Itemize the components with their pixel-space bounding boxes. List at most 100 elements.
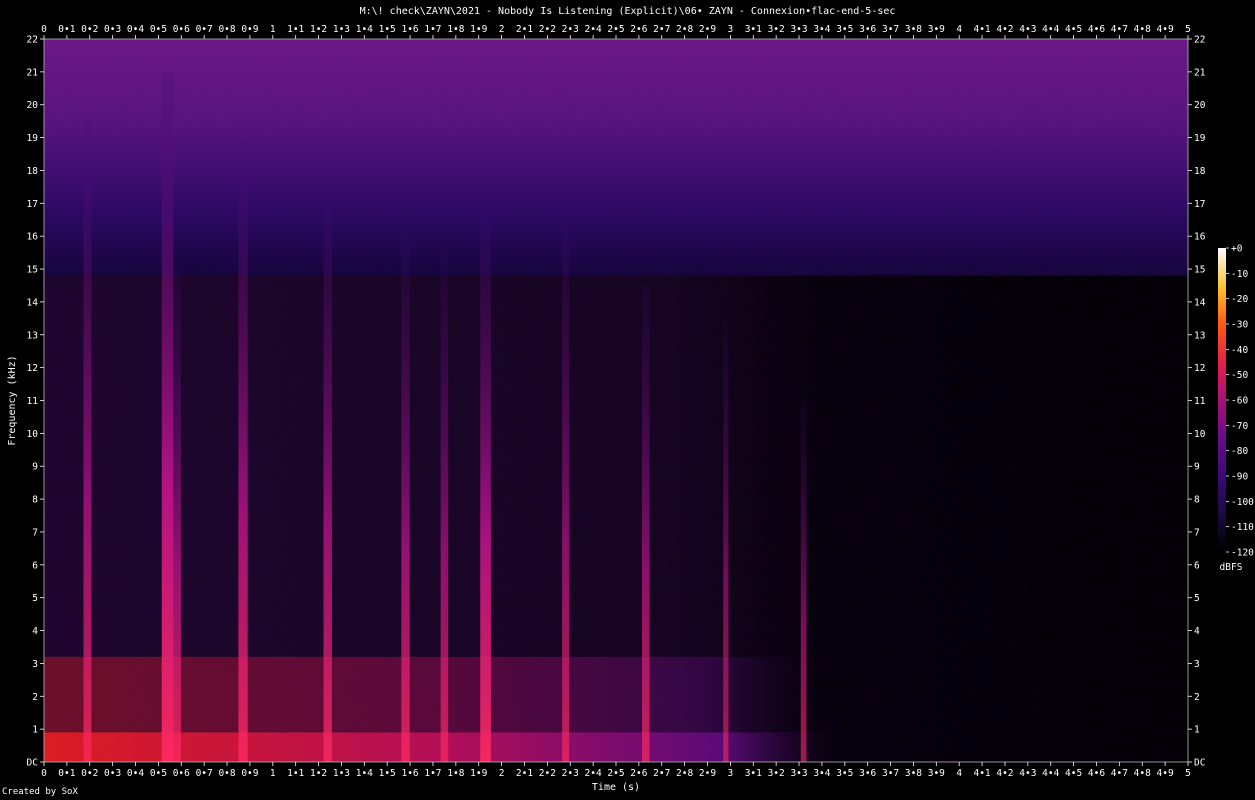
colorbar-tick-label: -10: [1231, 269, 1248, 280]
x-tick-label-bottom: 3•6: [859, 768, 876, 779]
x-tick-label-bottom: 2•8: [676, 768, 693, 779]
transient-mark: [83, 121, 92, 763]
transient-mark: [172, 269, 181, 762]
y-tick-label-left: 11: [27, 396, 39, 407]
x-tick-label-top: 2•1: [516, 24, 533, 35]
y-tick-label-left: 3: [32, 659, 38, 670]
y-tick-label-right: 21: [1194, 67, 1206, 78]
y-tick-label-right: 4: [1194, 626, 1200, 637]
y-tick-label-right: 12: [1194, 363, 1205, 374]
x-tick-label-top: 2•9: [699, 24, 716, 35]
transient-mark: [401, 236, 410, 762]
y-tick-label-right: 17: [1194, 199, 1205, 210]
y-tick-label-right: 11: [1194, 396, 1206, 407]
colorbar-tick-label: -100: [1231, 497, 1254, 508]
x-tick-label-top: 3: [728, 24, 734, 35]
x-tick-label-bottom: 3•5: [836, 768, 853, 779]
colorbar-tick-label: -110: [1231, 522, 1254, 533]
x-tick-label-bottom: 3: [728, 768, 734, 779]
y-tick-label-right: 5: [1194, 593, 1200, 604]
x-tick-label-bottom: 0•4: [127, 768, 144, 779]
transient-mark: [238, 137, 248, 762]
x-tick-label-bottom: 2•9: [699, 768, 716, 779]
y-tick-label-left: DC: [27, 758, 38, 769]
x-tick-label-top: 4•8: [1134, 24, 1151, 35]
y-tick-label-right: 14: [1194, 297, 1206, 308]
x-tick-label-bottom: 2•1: [516, 768, 533, 779]
x-tick-label-top: 0•7: [196, 24, 213, 35]
x-tick-label-top: 2: [499, 24, 505, 35]
x-tick-label-bottom: 3•1: [745, 768, 762, 779]
y-tick-label-right: 20: [1194, 100, 1206, 111]
y-tick-label-left: 7: [32, 527, 38, 538]
x-tick-label-top: 4•2: [996, 24, 1013, 35]
x-tick-label-bottom: 4•7: [1111, 768, 1128, 779]
x-tick-label-top: 2•2: [539, 24, 556, 35]
x-tick-label-bottom: 0•8: [218, 768, 235, 779]
y-tick-label-left: 12: [27, 363, 38, 374]
plot-area: [44, 39, 1188, 763]
x-tick-label-bottom: 2•5: [607, 768, 624, 779]
y-tick-label-right: 6: [1194, 560, 1200, 571]
y-tick-label-left: 2: [32, 692, 38, 703]
colorbar-tick-label: +0: [1231, 244, 1243, 255]
x-tick-label-top: 3•2: [768, 24, 785, 35]
x-tick-label-top: 1•5: [379, 24, 396, 35]
x-tick-label-bottom: 0•9: [241, 768, 258, 779]
y-tick-label-left: 14: [27, 297, 39, 308]
transient-mark: [161, 71, 174, 762]
x-tick-label-bottom: 4•1: [973, 768, 990, 779]
x-tick-label-top: 3•3: [790, 24, 807, 35]
y-axis-title: Frequency (kHz): [7, 355, 18, 445]
colorbar-tick-label: -90: [1231, 472, 1248, 483]
y-tick-label-right: 7: [1194, 527, 1200, 538]
transient-mark: [562, 219, 570, 762]
y-tick-label-left: 5: [32, 593, 38, 604]
noise-texture: [44, 39, 1188, 762]
x-tick-label-top: 0•6: [173, 24, 190, 35]
x-tick-label-bottom: 1•8: [447, 768, 464, 779]
x-tick-label-bottom: 1•7: [424, 768, 441, 779]
colorbar-tick-label: -50: [1231, 370, 1248, 381]
y-tick-label-left: 22: [27, 35, 38, 46]
x-tick-label-bottom: 5: [1185, 768, 1191, 779]
y-tick-label-left: 17: [27, 199, 38, 210]
credit-text: Created by SoX: [2, 787, 78, 797]
x-tick-label-bottom: 4•6: [1088, 768, 1105, 779]
y-tick-label-right: 13: [1194, 330, 1205, 341]
x-tick-label-top: 1•6: [401, 24, 418, 35]
x-tick-label-bottom: 0•2: [81, 768, 98, 779]
y-tick-label-left: 6: [32, 560, 38, 571]
x-tick-label-bottom: 0•7: [196, 768, 213, 779]
y-tick-label-right: 3: [1194, 659, 1200, 670]
x-tick-label-top: 1•7: [424, 24, 441, 35]
x-tick-label-bottom: 3•3: [790, 768, 807, 779]
x-tick-label-bottom: 4•9: [1157, 768, 1174, 779]
colorbar-tick-label: -20: [1231, 294, 1248, 305]
x-tick-label-top: 3•4: [813, 24, 830, 35]
x-tick-label-top: 4•7: [1111, 24, 1128, 35]
transient-mark: [440, 252, 449, 762]
x-tick-label-bottom: 1•3: [333, 768, 350, 779]
x-tick-label-top: 4: [956, 24, 962, 35]
x-tick-label-top: 2•4: [585, 24, 602, 35]
y-tick-label-right: 10: [1194, 429, 1206, 440]
x-tick-label-bottom: 1•6: [401, 768, 418, 779]
y-tick-label-left: 15: [27, 265, 38, 276]
y-tick-label-right: 22: [1194, 35, 1205, 46]
x-tick-label-top: 1•3: [333, 24, 350, 35]
x-tick-label-bottom: 2: [499, 768, 505, 779]
x-tick-label-bottom: 3•2: [768, 768, 785, 779]
y-tick-label-right: 16: [1194, 232, 1206, 243]
y-tick-label-left: 19: [27, 133, 39, 144]
x-tick-label-top: 0•5: [150, 24, 167, 35]
x-tick-label-bottom: 1•5: [379, 768, 396, 779]
x-tick-label-top: 1•1: [287, 24, 304, 35]
y-tick-label-right: DC: [1194, 758, 1205, 769]
y-tick-label-left: 21: [27, 67, 39, 78]
x-tick-label-top: 1•8: [447, 24, 464, 35]
colorbar-tick-label: -120: [1231, 548, 1254, 559]
y-tick-label-right: 8: [1194, 495, 1200, 506]
y-tick-label-left: 1: [32, 725, 38, 736]
x-tick-label-bottom: 0•5: [150, 768, 167, 779]
